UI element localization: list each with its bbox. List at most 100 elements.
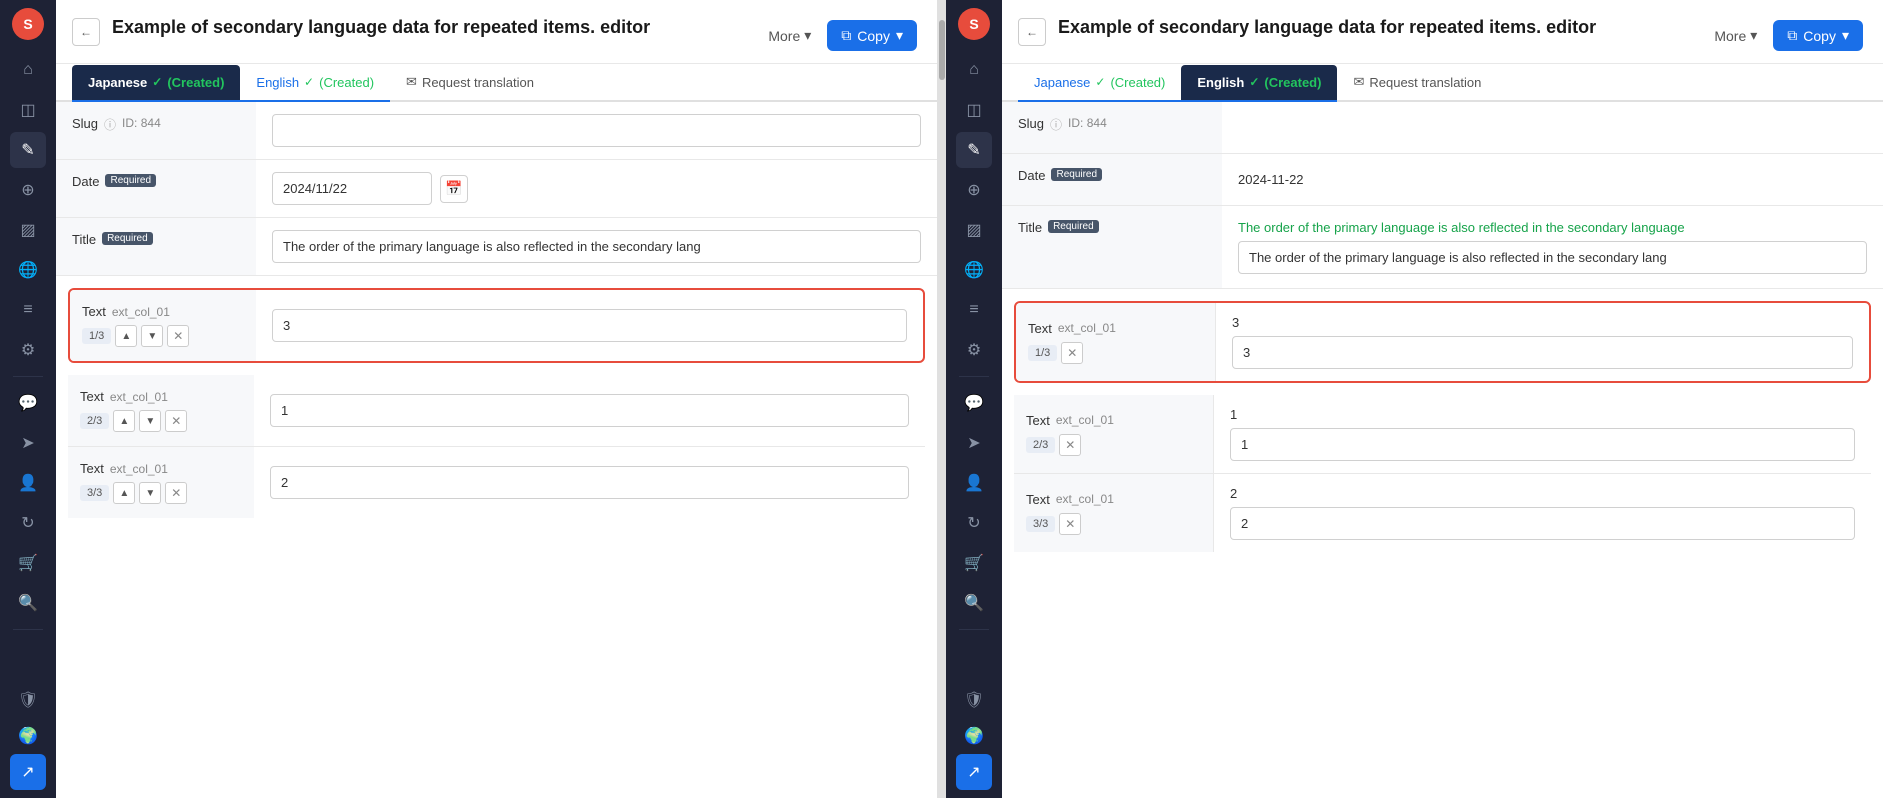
tab-japanese[interactable]: Japanese ✓ (Created) [72,65,240,102]
right-sidebar-icon-image[interactable]: ▨ [956,212,992,248]
right-sidebar-icon-refresh[interactable]: ↻ [956,505,992,541]
text-item-2-block: Text ext_col_01 2/3 ▲ ▼ ✕ [68,375,925,447]
right-sidebar-icon-pencil[interactable]: ✎ [956,132,992,168]
text-item-2-down-btn[interactable]: ▼ [139,410,161,432]
text-item-3-counter-row: 3/3 ▲ ▼ ✕ [80,482,242,504]
text-item-3-input[interactable] [270,466,909,499]
sidebar-icon-layers[interactable]: ≡ [10,292,46,328]
sidebar-icon-chat[interactable]: 💬 [10,385,46,421]
text-item-1-up-btn[interactable]: ▲ [115,325,137,347]
sidebar-icon-database[interactable]: ◫ [10,92,46,128]
text-item-1-delete-btn[interactable]: ✕ [167,325,189,347]
sidebar-icon-image[interactable]: ▨ [10,212,46,248]
right-sidebar-icon-database[interactable]: ◫ [956,92,992,128]
right-text-item-1-label: Text ext_col_01 1/3 ✕ [1016,303,1216,381]
right-text-item-1-input[interactable] [1232,336,1853,369]
right-sidebar-icon-shield[interactable]: 🛡 [956,682,992,718]
right-text-item-1-value: 3 [1216,303,1869,381]
tabs-bar: Japanese ✓ (Created) English ✓ (Created)… [56,64,937,102]
scroll-thumb[interactable] [939,20,945,80]
right-text-item-3-input[interactable] [1230,507,1855,540]
right-text-item-2-input[interactable] [1230,428,1855,461]
slug-input[interactable] [272,114,921,147]
text-item-3-delete-btn[interactable]: ✕ [165,482,187,504]
check-icon-japanese: ✓ [152,75,162,89]
right-text-item-2-delete-btn[interactable]: ✕ [1059,434,1081,456]
text-item-2-up-btn[interactable]: ▲ [113,410,135,432]
left-panel-content: Slug ⓘ ID: 844 Date Required 📅 [56,102,937,798]
date-required-badge: Required [105,174,156,187]
text-item-1-input[interactable] [272,309,907,342]
slug-label: Slug [72,116,98,131]
right-sidebar-icon-cart[interactable]: 🛒 [956,545,992,581]
text-item-2-counter: 2/3 [80,413,109,429]
sidebar-icon-external[interactable]: ↗ [10,754,46,790]
copy-button[interactable]: ⧉ Copy ▾ [827,20,917,51]
right-text-item-1-delete-btn[interactable]: ✕ [1061,342,1083,364]
right-text-item-3-counter: 3/3 [1026,516,1055,532]
right-sidebar-divider-1 [959,376,989,377]
mail-icon: ✉ [406,74,417,90]
text-item-2-input[interactable] [270,394,909,427]
sidebar-icon-home[interactable]: ⌂ [10,52,46,88]
sidebar-icon-gear[interactable]: ⚙ [10,332,46,368]
right-copy-button[interactable]: ⧉ Copy ▾ [1773,20,1863,51]
sidebar-icon-globe2[interactable]: 🌍 [10,718,46,754]
sidebar-icon-refresh[interactable]: ↻ [10,505,46,541]
request-translation-tab[interactable]: ✉ Request translation [390,64,550,100]
right-sidebar-icon-globe[interactable]: 🌐 [956,252,992,288]
sidebar-icon-shield[interactable]: 🛡 [10,682,46,718]
sidebar-logo[interactable]: S [12,8,44,40]
tab-japanese-label: Japanese [88,75,147,90]
right-sidebar-logo[interactable]: S [958,8,990,40]
right-tab-japanese[interactable]: Japanese ✓ (Created) [1018,65,1181,102]
right-more-button[interactable]: More ▾ [1706,21,1765,50]
sidebar-icon-send[interactable]: ➤ [10,425,46,461]
right-title-input[interactable] [1238,241,1867,274]
right-text-item-2-label-top: Text ext_col_01 [1026,413,1201,428]
text-item-3-up-btn[interactable]: ▲ [113,482,135,504]
tab-english[interactable]: English ✓ (Created) [240,65,390,102]
right-title-label: Title [1018,220,1042,235]
sidebar-icon-pencil[interactable]: ✎ [10,132,46,168]
right-sidebar-icon-home[interactable]: ⌂ [956,52,992,88]
right-sidebar-icon-gear[interactable]: ⚙ [956,332,992,368]
right-text-item-1-counter-row: 1/3 ✕ [1028,342,1203,364]
text-item-3-value-col [254,447,925,518]
right-sidebar-icon-user[interactable]: 👤 [956,465,992,501]
sidebar-icon-settings[interactable]: ⊕ [10,172,46,208]
right-sidebar-icon-settings[interactable]: ⊕ [956,172,992,208]
date-input[interactable] [272,172,432,205]
right-sidebar-icon-external[interactable]: ↗ [956,754,992,790]
right-text-item-1-inner: Text ext_col_01 1/3 ✕ 3 [1016,303,1869,381]
text-item-2-delete-btn[interactable]: ✕ [165,410,187,432]
sidebar-icon-globe[interactable]: 🌐 [10,252,46,288]
right-sidebar-bottom: 🛡 🌍 ↗ [956,682,992,790]
right-sidebar-icon-send[interactable]: ➤ [956,425,992,461]
text-item-2-ext: ext_col_01 [110,390,168,404]
text-item-1-down-btn[interactable]: ▼ [141,325,163,347]
right-sidebar-icon-search[interactable]: 🔍 [956,585,992,621]
sidebar-icon-user[interactable]: 👤 [10,465,46,501]
right-sidebar-icon-layers[interactable]: ≡ [956,292,992,328]
right-tab-english[interactable]: English ✓ (Created) [1181,65,1337,102]
right-text-item-3-delete-btn[interactable]: ✕ [1059,513,1081,535]
calendar-icon[interactable]: 📅 [440,175,468,203]
right-request-translation-tab[interactable]: ✉ Request translation [1337,64,1497,100]
sidebar-icon-cart[interactable]: 🛒 [10,545,46,581]
more-button[interactable]: More ▾ [760,21,819,50]
tab-japanese-status: (Created) [167,75,224,90]
text-item-3-label: Text [80,461,104,476]
text-item-3-down-btn[interactable]: ▼ [139,482,161,504]
title-input[interactable] [272,230,921,263]
right-back-button[interactable]: ← [1018,18,1046,46]
title-field-row: Title Required [56,218,937,276]
title-value-col [256,218,937,275]
tab-english-status: (Created) [319,75,374,90]
right-sidebar-icon-globe2[interactable]: 🌍 [956,718,992,754]
right-text-item-2-counter-row: 2/3 ✕ [1026,434,1201,456]
right-title-required-badge: Required [1048,220,1099,233]
sidebar-icon-search[interactable]: 🔍 [10,585,46,621]
right-sidebar-icon-chat[interactable]: 💬 [956,385,992,421]
back-button[interactable]: ← [72,18,100,46]
